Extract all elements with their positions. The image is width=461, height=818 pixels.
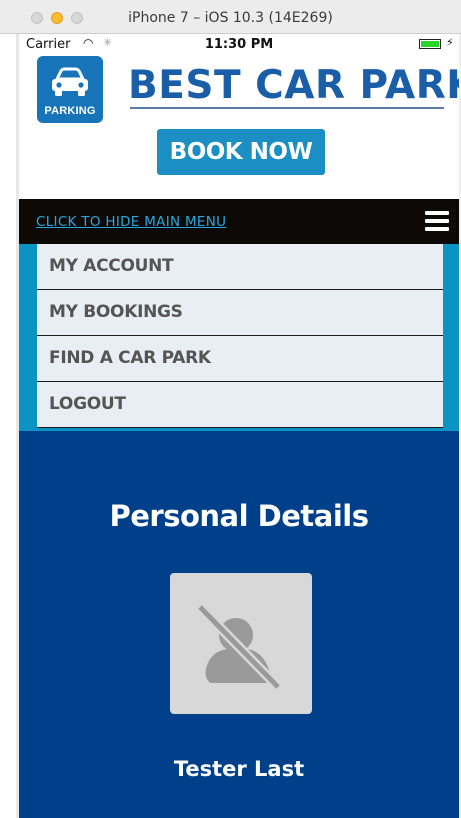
logo-label: PARKING xyxy=(44,105,96,117)
status-time: 11:30 PM xyxy=(204,37,274,52)
menu-item-logout[interactable]: LOGOUT xyxy=(37,382,443,428)
charging-icon: ⚡ xyxy=(446,36,454,49)
personal-details-section: Personal Details Tester Last xyxy=(19,431,459,818)
user-name: Tester Last xyxy=(173,757,305,781)
main-menu-bar: CLICK TO HIDE MAIN MENU xyxy=(19,199,459,244)
device-screen: Carrier ◠ ✳ 11:30 PM ⚡ PARKING BEST CAR … xyxy=(19,34,459,818)
battery-icon xyxy=(419,39,441,49)
hide-menu-link[interactable]: CLICK TO HIDE MAIN MENU xyxy=(36,214,226,230)
brand-underline xyxy=(130,107,444,109)
parking-logo[interactable]: PARKING xyxy=(37,56,103,123)
main-menu: MY ACCOUNT MY BOOKINGS FIND A CAR PARK L… xyxy=(19,244,459,431)
book-now-button[interactable]: BOOK NOW xyxy=(157,129,325,175)
menu-item-my-bookings[interactable]: MY BOOKINGS xyxy=(37,290,443,336)
simulator-titlebar: iPhone 7 – iOS 10.3 (14E269) xyxy=(0,0,461,34)
menu-item-find-car-park[interactable]: FIND A CAR PARK xyxy=(37,336,443,382)
car-icon xyxy=(52,67,88,96)
window-title: iPhone 7 – iOS 10.3 (14E269) xyxy=(128,10,333,26)
status-bar: Carrier ◠ ✳ 11:30 PM ⚡ xyxy=(19,34,459,54)
menu-item-my-account[interactable]: MY ACCOUNT xyxy=(37,244,443,290)
hamburger-icon[interactable] xyxy=(425,211,449,232)
no-photo-icon xyxy=(196,603,282,691)
brand-title: BEST CAR PARKS xyxy=(128,63,459,108)
avatar[interactable] xyxy=(170,573,312,714)
page-title: Personal Details xyxy=(109,499,369,533)
